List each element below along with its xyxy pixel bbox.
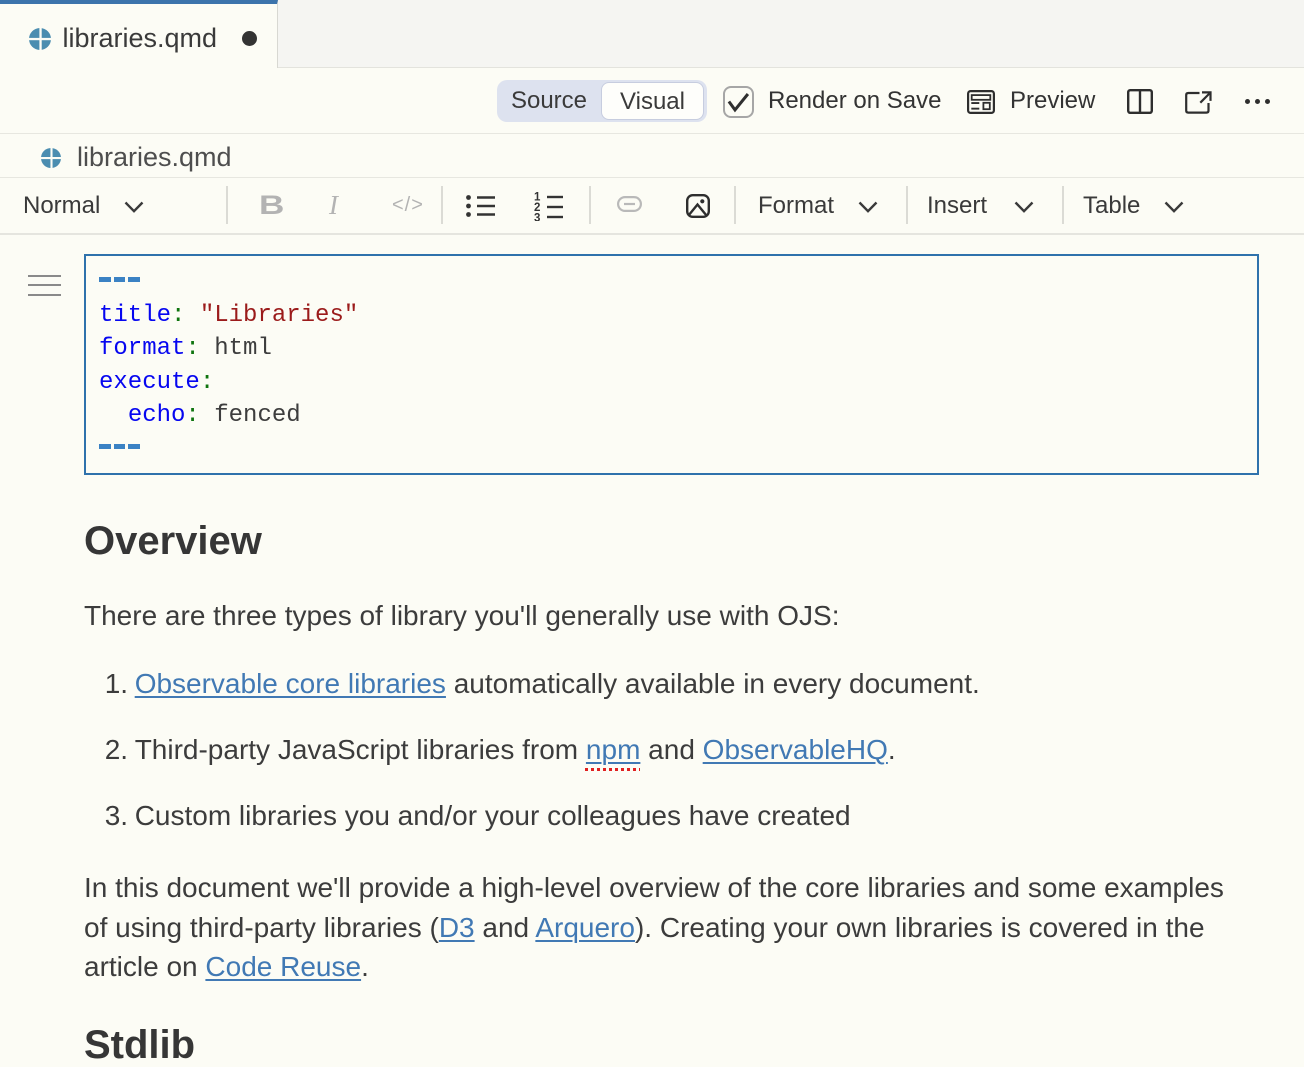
svg-text:3: 3 (534, 213, 540, 222)
